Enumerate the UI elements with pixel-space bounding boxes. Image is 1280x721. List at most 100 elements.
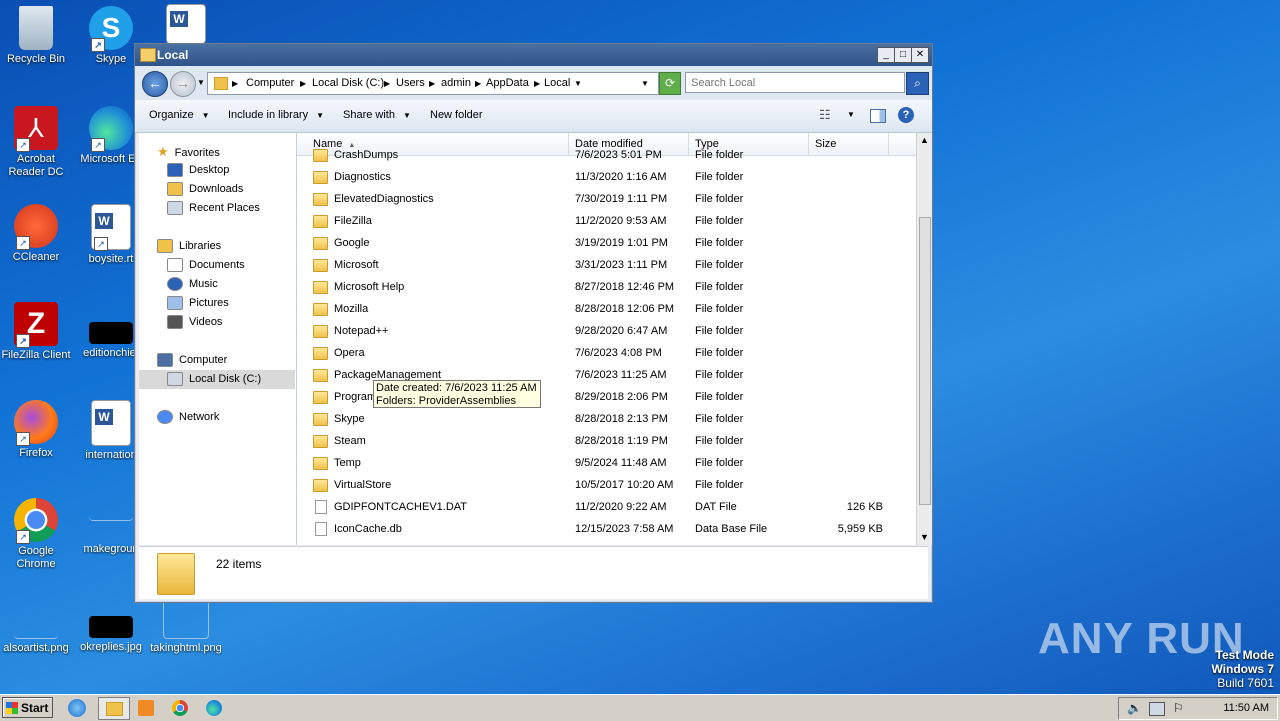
breadcrumb-separator-icon[interactable]: ▶ xyxy=(232,79,238,88)
volume-icon[interactable]: 🔈 xyxy=(1127,701,1142,715)
explorer-taskbar-icon[interactable] xyxy=(98,697,130,720)
table-row[interactable]: Diagnostics 11/3/2020 1:16 AM File folder xyxy=(297,166,916,188)
search-icon[interactable]: ⌕ xyxy=(906,72,929,95)
desktop-icon-alsoartist[interactable]: alsoartist.png xyxy=(0,600,72,655)
view-options-icon[interactable]: ☷ xyxy=(819,107,831,123)
media-player-icon[interactable] xyxy=(138,700,154,716)
action-center-flag-icon[interactable]: ⚐ xyxy=(1173,701,1184,715)
breadcrumb-admin[interactable]: admin xyxy=(441,77,471,89)
table-row[interactable]: Skype 8/28/2018 2:13 PM File folder xyxy=(297,408,916,430)
breadcrumb-local-disk[interactable]: Local Disk (C:) xyxy=(312,77,384,89)
address-dropdown-icon[interactable]: ▼ xyxy=(641,79,649,88)
organize-button[interactable]: Organize ▼ xyxy=(149,109,210,121)
table-row[interactable]: Temp 9/5/2024 11:48 AM File folder xyxy=(297,452,916,474)
nav-favorites[interactable]: ★ Favorites xyxy=(157,143,220,160)
desktop-icon-acrobat[interactable]: ⅄ ↗ Acrobat Reader DC xyxy=(0,106,72,179)
view-dropdown-icon[interactable]: ▼ xyxy=(847,110,855,119)
breadcrumb-separator-icon[interactable]: ▶ xyxy=(300,79,306,88)
refresh-icon[interactable]: ⟳ xyxy=(659,72,681,95)
nav-network[interactable]: Network xyxy=(157,409,219,426)
file-date-modified-text: 7/6/2023 5:01 PM xyxy=(575,149,662,161)
new-folder-button[interactable]: New folder xyxy=(430,109,483,121)
breadcrumb-separator-icon[interactable]: ▼ xyxy=(574,79,582,88)
table-row[interactable]: Microsoft 3/31/2023 1:11 PM File folder xyxy=(297,254,916,276)
table-row[interactable]: VirtualStore 10/5/2017 10:20 AM File folde… xyxy=(297,474,916,496)
nav-computer-label: Computer xyxy=(179,354,228,366)
nav-recent-places[interactable]: Recent Places xyxy=(167,200,260,217)
breadcrumb[interactable]: ▶ Computer ▶ Local Disk (C:) ▶ Users ▶ a… xyxy=(207,72,659,95)
file-date-modified-text: 8/28/2018 1:19 PM xyxy=(575,435,668,447)
network-tray-icon[interactable] xyxy=(1149,702,1165,716)
chrome-taskbar-icon[interactable] xyxy=(172,700,188,716)
breadcrumb-local[interactable]: Local xyxy=(544,77,570,89)
breadcrumb-separator-icon[interactable]: ▶ xyxy=(534,79,540,88)
table-row[interactable]: IconCache.db 12/15/2023 7:58 AM Data Base … xyxy=(297,518,916,540)
scrollbar-thumb[interactable] xyxy=(919,217,931,505)
clock[interactable]: 11:50 AM xyxy=(1223,702,1269,714)
preview-pane-icon[interactable] xyxy=(870,109,886,123)
edge-icon: ↗ xyxy=(89,106,133,152)
desktop-icon-okreplies[interactable]: okreplies.jpg xyxy=(75,600,147,654)
table-row[interactable]: Notepad++ 9/28/2020 6:47 AM File folder xyxy=(297,320,916,342)
table-row[interactable]: GDIPFONTCACHEV1.DAT 11/2/2020 9:22 AM DAT … xyxy=(297,496,916,518)
edge-taskbar-icon[interactable] xyxy=(206,700,222,716)
title-bar[interactable]: Local _ □ ✕ xyxy=(135,44,932,66)
documents-icon xyxy=(167,258,183,273)
desktop-icon-firefox[interactable]: ↗ Firefox xyxy=(0,400,72,460)
table-row[interactable]: FileZilla 11/2/2020 9:53 AM File folder xyxy=(297,210,916,232)
desktop-icon-ccleaner[interactable]: ↗ CCleaner xyxy=(0,204,72,264)
file-date-modified-text: 9/5/2024 11:48 AM xyxy=(575,457,667,469)
desktop-icon-word-doc-top[interactable]: W xyxy=(150,4,222,47)
breadcrumb-separator-icon[interactable]: ▶ xyxy=(429,79,435,88)
desktop-icon-filezilla[interactable]: Z ↗ FileZilla Client xyxy=(0,302,72,362)
vertical-scrollbar[interactable]: ▲ ▼ xyxy=(916,133,932,545)
nav-documents[interactable]: Documents xyxy=(167,257,245,274)
include-in-library-button[interactable]: Include in library ▼ xyxy=(228,109,324,121)
table-row[interactable]: CrashDumps 7/6/2023 5:01 PM File folder xyxy=(297,144,916,166)
file-type: File folder xyxy=(695,430,743,452)
desktop-icon-chrome[interactable]: ↗ Google Chrome xyxy=(0,498,72,571)
breadcrumb-users[interactable]: Users xyxy=(396,77,425,89)
help-icon[interactable]: ? xyxy=(898,107,914,123)
file-name-text: Mozilla xyxy=(334,303,369,315)
back-button[interactable]: ← xyxy=(142,71,168,97)
nav-pictures[interactable]: Pictures xyxy=(167,295,229,312)
table-row[interactable]: Microsoft Help 8/27/2018 12:46 PM File fol… xyxy=(297,276,916,298)
share-with-button[interactable]: Share with ▼ xyxy=(343,109,411,121)
table-row[interactable]: Steam 8/28/2018 1:19 PM File folder xyxy=(297,430,916,452)
scroll-down-icon[interactable]: ▼ xyxy=(917,530,932,545)
close-button[interactable]: ✕ xyxy=(911,47,929,63)
forward-button[interactable]: → xyxy=(170,71,196,97)
minimize-button[interactable]: _ xyxy=(877,47,895,63)
recent-pages-dropdown-icon[interactable]: ▼ xyxy=(197,78,205,87)
nav-downloads[interactable]: Downloads xyxy=(167,181,243,198)
table-row[interactable]: Opera 7/6/2023 4:08 PM File folder xyxy=(297,342,916,364)
nav-music[interactable]: Music xyxy=(167,276,218,293)
nav-desktop[interactable]: Desktop xyxy=(167,162,229,179)
desktop-icon-recycle-bin[interactable]: Recycle Bin xyxy=(0,6,72,66)
file-list: Name ▲ Date modified Type Size CrashDumps… xyxy=(297,133,916,545)
chevron-down-icon: ▼ xyxy=(201,111,210,120)
maximize-button[interactable]: □ xyxy=(894,47,912,63)
nav-libraries[interactable]: Libraries xyxy=(157,238,221,255)
scroll-up-icon[interactable]: ▲ xyxy=(917,133,932,148)
file-type-text: File folder xyxy=(695,259,744,271)
breadcrumb-separator-icon[interactable]: ▶ xyxy=(384,79,390,88)
nav-videos[interactable]: Videos xyxy=(167,314,222,331)
table-row[interactable]: Mozilla 8/28/2018 12:06 PM File folder xyxy=(297,298,916,320)
internet-explorer-icon[interactable] xyxy=(68,699,86,717)
breadcrumb-separator-icon[interactable]: ▶ xyxy=(475,79,481,88)
breadcrumb-computer[interactable]: Computer xyxy=(246,77,294,89)
file-type: DAT File xyxy=(695,496,737,518)
table-row[interactable]: Google 3/19/2019 1:01 PM File folder xyxy=(297,232,916,254)
breadcrumb-appdata[interactable]: AppData xyxy=(486,77,529,89)
file-name-text: Microsoft Help xyxy=(334,281,405,293)
nav-computer[interactable]: Computer xyxy=(157,352,227,369)
start-button[interactable]: Start xyxy=(2,697,53,718)
test-mode-watermark: Test Mode Windows 7 Build 7601 xyxy=(1211,648,1274,690)
ccleaner-icon: ↗ xyxy=(14,204,58,250)
search-input[interactable] xyxy=(685,72,905,93)
desktop-icon-takinghtml[interactable]: takinghtml.png xyxy=(150,600,222,655)
nav-local-disk[interactable]: Local Disk (C:) xyxy=(139,370,295,389)
table-row[interactable]: ElevatedDiagnostics 7/30/2019 1:11 PM File… xyxy=(297,188,916,210)
